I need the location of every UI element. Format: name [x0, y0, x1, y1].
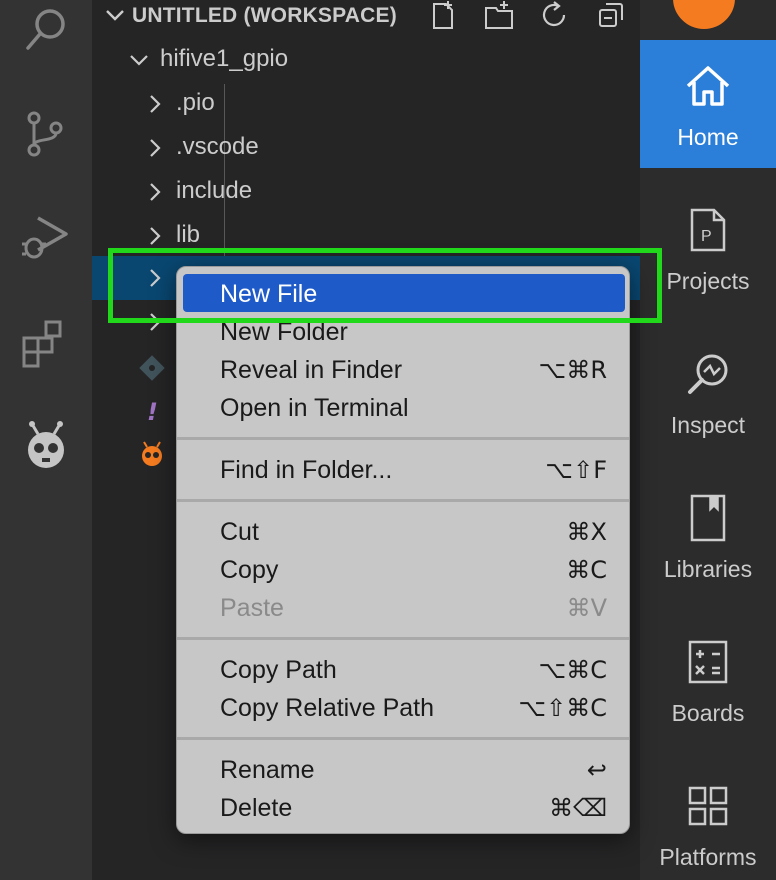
- menu-item-shortcut: ⌥⌘R: [538, 356, 607, 384]
- menu-item-shortcut: ⌥⇧⌘C: [518, 694, 607, 722]
- menu-item-copy-path[interactable]: Copy Path ⌥⌘C: [183, 650, 625, 688]
- menu-item-label: Rename: [220, 756, 315, 784]
- menu-item-copy-relative-path[interactable]: Copy Relative Path ⌥⇧⌘C: [183, 688, 625, 726]
- folder-label: include: [176, 177, 253, 204]
- new-folder-icon[interactable]: [484, 0, 514, 30]
- menu-item-shortcut: ⌘⌫: [549, 794, 607, 822]
- platformio-file-icon[interactable]: [138, 440, 166, 468]
- menu-item-cut[interactable]: Cut ⌘X: [183, 512, 625, 550]
- menu-item-rename[interactable]: Rename ↩: [183, 750, 625, 788]
- platformio-logo: [670, 0, 738, 32]
- extensions-icon[interactable]: [14, 310, 78, 374]
- menu-item-copy[interactable]: Copy ⌘C: [183, 550, 625, 588]
- menu-item-label: Open in Terminal: [220, 394, 409, 422]
- menu-item-paste: Paste ⌘V: [183, 588, 625, 626]
- inspect-icon: [688, 354, 728, 394]
- folder-label: lib: [176, 221, 201, 248]
- menu-item-new-folder[interactable]: New Folder: [183, 312, 625, 350]
- collapse-all-icon[interactable]: [596, 0, 626, 30]
- menu-item-label: Copy: [220, 556, 279, 584]
- menu-item-label: Delete: [220, 794, 293, 822]
- workspace-title: UNTITLED (WORKSPACE): [132, 4, 397, 27]
- tree-folder-lib[interactable]: lib: [92, 214, 640, 258]
- run-debug-icon[interactable]: [14, 204, 78, 268]
- chevron-down-icon: [106, 10, 124, 21]
- search-icon[interactable]: [14, 0, 78, 64]
- menu-item-shortcut: ⌘X: [566, 518, 607, 546]
- menu-item-label: New File: [220, 280, 318, 308]
- source-control-icon[interactable]: [14, 102, 78, 166]
- menu-item-label: Copy Relative Path: [220, 694, 435, 722]
- chevron-right-icon: [150, 183, 161, 201]
- menu-item-label: New Folder: [220, 318, 348, 346]
- pio-platforms-button[interactable]: Platforms: [640, 760, 776, 880]
- tree-project-root[interactable]: hifive1_gpio: [92, 38, 640, 82]
- menu-item-shortcut: ↩: [586, 756, 607, 784]
- menu-item-label: Copy Path: [220, 656, 337, 684]
- context-menu: New File New Folder Reveal in Finder ⌥⌘R…: [176, 266, 630, 834]
- tree-folder-vscode[interactable]: .vscode: [92, 126, 640, 170]
- git-file-icon[interactable]: [138, 354, 166, 382]
- menu-item-find-in-folder[interactable]: Find in Folder... ⌥⇧F: [183, 450, 625, 488]
- pio-item-label: Libraries: [663, 556, 753, 582]
- folder-label: .pio: [176, 89, 215, 116]
- svg-text:!: !: [147, 398, 158, 424]
- chevron-right-icon: [150, 227, 161, 245]
- pio-projects-button[interactable]: P Projects: [640, 184, 776, 312]
- platformio-panel: Home P Projects Inspect Libraries Boards…: [640, 0, 776, 880]
- menu-item-label: Cut: [220, 518, 259, 546]
- folder-label: .vscode: [176, 133, 259, 160]
- platformio-icon[interactable]: [14, 414, 78, 478]
- pio-item-label: Inspect: [670, 412, 746, 438]
- libraries-icon: [690, 494, 726, 542]
- project-label: hifive1_gpio: [160, 45, 289, 72]
- platforms-icon: [688, 786, 728, 826]
- boards-icon: [688, 640, 728, 684]
- menu-item-label: Paste: [220, 594, 284, 622]
- svg-text:P: P: [701, 228, 712, 245]
- menu-item-shortcut: ⌥⇧F: [545, 456, 607, 484]
- new-file-icon[interactable]: [428, 0, 458, 30]
- home-icon: [686, 66, 730, 106]
- menu-separator: [177, 499, 629, 502]
- menu-separator: [177, 737, 629, 740]
- pio-inspect-button[interactable]: Inspect: [640, 328, 776, 456]
- menu-item-shortcut: ⌥⌘C: [538, 656, 607, 684]
- menu-item-shortcut: ⌘V: [566, 594, 607, 622]
- pio-home-button[interactable]: Home: [640, 40, 776, 168]
- menu-item-reveal-in-finder[interactable]: Reveal in Finder ⌥⌘R: [183, 350, 625, 388]
- pio-boards-button[interactable]: Boards: [640, 616, 776, 744]
- yaml-file-icon[interactable]: !: [138, 396, 166, 424]
- chevron-down-icon: [130, 55, 148, 66]
- menu-item-label: Find in Folder...: [220, 456, 393, 484]
- menu-item-open-in-terminal[interactable]: Open in Terminal: [183, 388, 625, 426]
- chevron-right-icon: [150, 139, 161, 157]
- menu-separator: [177, 437, 629, 440]
- chevron-right-icon: [150, 313, 161, 331]
- menu-item-label: Reveal in Finder: [220, 356, 403, 384]
- chevron-right-icon: [150, 269, 161, 287]
- activity-bar: [0, 0, 92, 880]
- menu-item-new-file[interactable]: New File: [183, 274, 625, 312]
- refresh-icon[interactable]: [540, 0, 570, 30]
- pio-item-label: Platforms: [659, 844, 757, 870]
- chevron-right-icon: [150, 95, 161, 113]
- menu-item-delete[interactable]: Delete ⌘⌫: [183, 788, 625, 826]
- pio-libraries-button[interactable]: Libraries: [640, 472, 776, 600]
- menu-item-shortcut: ⌘C: [566, 556, 607, 584]
- tree-folder-include[interactable]: include: [92, 170, 640, 214]
- tree-folder-pio[interactable]: .pio: [92, 82, 640, 126]
- pio-item-label: Boards: [671, 700, 745, 726]
- pio-item-label: Projects: [666, 268, 750, 294]
- menu-separator: [177, 637, 629, 640]
- projects-icon: P: [690, 208, 726, 252]
- pio-item-label: Home: [677, 124, 739, 150]
